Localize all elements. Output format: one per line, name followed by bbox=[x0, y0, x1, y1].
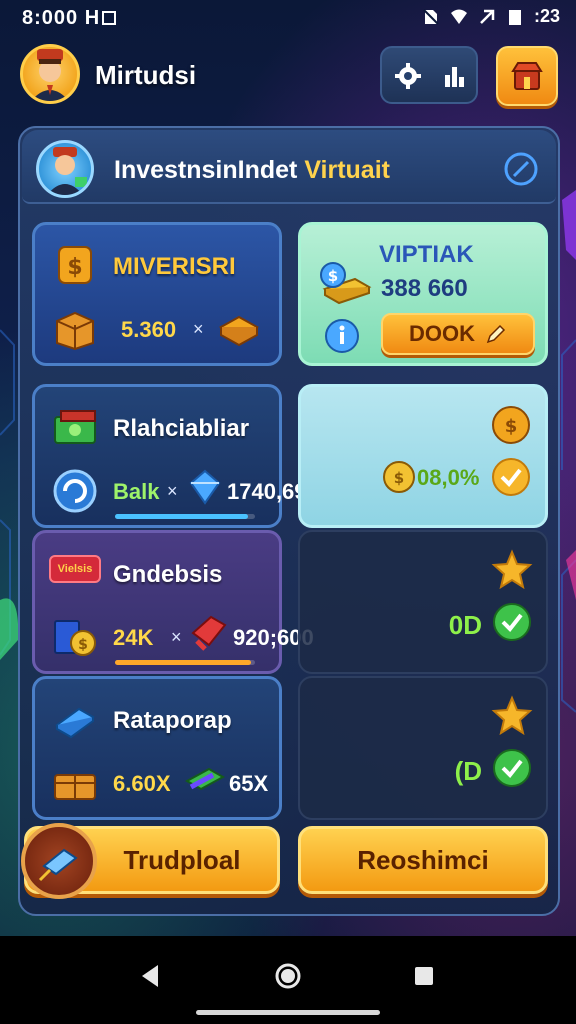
info-icon[interactable] bbox=[323, 317, 361, 355]
multiplier-sign: × bbox=[167, 481, 178, 501]
check-green-icon[interactable] bbox=[490, 746, 534, 790]
card-value: 5.360 bbox=[121, 317, 177, 342]
gear-icon bbox=[395, 63, 421, 89]
panel-title: InvestnsinIndet Virtuait bbox=[114, 156, 390, 184]
card-value-b: 65X bbox=[229, 771, 269, 796]
coin-stack-icon: $ bbox=[320, 262, 372, 305]
check-green-icon[interactable] bbox=[490, 600, 534, 644]
card-slot-3[interactable]: 0D bbox=[298, 530, 548, 674]
vip-value: 388 660 bbox=[381, 275, 468, 302]
status-time: 8:000 H bbox=[22, 7, 117, 30]
svg-text:$: $ bbox=[328, 267, 338, 285]
trade-button[interactable]: Trudploal bbox=[21, 823, 280, 899]
card-vip[interactable]: $ VIPTIAK 388 660 DOOK bbox=[298, 222, 548, 366]
header-button-group bbox=[380, 46, 478, 104]
settings-button[interactable] bbox=[388, 56, 428, 96]
recents-button[interactable] bbox=[404, 956, 444, 996]
investment-panel: InvestnsinIndet Virtuait $ MIVERISRI 5.3… bbox=[18, 126, 560, 916]
blue-book-icon bbox=[55, 707, 95, 739]
card-slot-4[interactable]: (D bbox=[298, 676, 548, 820]
progress-bar bbox=[115, 660, 255, 665]
player-portrait-icon bbox=[31, 49, 69, 101]
card-title: MIVERISRI bbox=[113, 253, 236, 280]
gold-coin-icon: $ bbox=[58, 246, 92, 284]
cash-bundle-icon bbox=[184, 767, 226, 791]
svg-text:$: $ bbox=[78, 637, 88, 653]
gear-coin-icon: $ bbox=[492, 406, 530, 444]
stats-icon bbox=[445, 67, 464, 87]
progress-fill bbox=[115, 660, 251, 665]
recents-square-icon bbox=[415, 967, 433, 985]
help-button[interactable] bbox=[500, 148, 542, 190]
ticket-tag: Vielsis bbox=[49, 555, 101, 583]
panel-header: InvestnsinIndet Virtuait bbox=[22, 130, 556, 204]
status-bar: 8:000 H :23 bbox=[0, 0, 576, 36]
research-button-label: Reoshimci bbox=[357, 844, 489, 875]
card-value-a: 6.60X bbox=[113, 771, 171, 796]
no-sim-icon bbox=[423, 8, 439, 25]
help-icon bbox=[504, 152, 538, 186]
home-button[interactable] bbox=[268, 956, 308, 996]
count-value: 0D bbox=[448, 610, 482, 640]
cash-stack-icon bbox=[54, 410, 96, 444]
trade-button-label: Trudploal bbox=[123, 844, 241, 875]
svg-text:$: $ bbox=[505, 416, 518, 437]
star-icon bbox=[491, 695, 533, 736]
multiplier-sign: × bbox=[171, 627, 182, 647]
crate-icon bbox=[56, 311, 94, 351]
pencil-icon bbox=[486, 324, 506, 344]
player-name: Mirtudsi bbox=[95, 60, 197, 90]
back-button[interactable] bbox=[130, 956, 170, 996]
rotate-icon bbox=[53, 469, 97, 513]
check-gold-icon[interactable] bbox=[489, 455, 533, 499]
card-percent[interactable]: $ $ 08,0% bbox=[298, 384, 548, 528]
progress-fill bbox=[115, 514, 248, 519]
count-value: (D bbox=[454, 756, 482, 786]
data-icon bbox=[480, 9, 495, 24]
player-avatar[interactable] bbox=[20, 44, 80, 104]
card-gndebsis[interactable]: Vielsis Gndebsis $ 24K × 920;600 bbox=[32, 530, 314, 674]
vip-ok-button[interactable]: DOOK bbox=[381, 313, 535, 355]
battery-icon bbox=[508, 9, 521, 25]
status-icons: :23 bbox=[422, 6, 560, 27]
svg-text:$: $ bbox=[67, 255, 82, 280]
book-coin-icon: $ bbox=[54, 620, 96, 656]
system-nav-bar bbox=[0, 936, 576, 1024]
star-icon bbox=[491, 549, 533, 590]
card-title: Rataporap bbox=[113, 707, 232, 734]
card-value-a: Balk bbox=[113, 479, 160, 504]
vip-ok-label: DOOK bbox=[409, 321, 475, 346]
diamond-icon bbox=[189, 469, 221, 505]
coin-icon: $ bbox=[383, 461, 415, 493]
card-rlahciabliar[interactable]: Rlahciabliar Balk × 1740,690 bbox=[32, 384, 319, 528]
shop-button[interactable] bbox=[496, 46, 558, 106]
shop-icon bbox=[511, 62, 543, 90]
progress-bar bbox=[115, 514, 255, 519]
gesture-handle bbox=[196, 1010, 380, 1015]
advisor-portrait-icon bbox=[47, 147, 87, 195]
card-title: Rlahciabliar bbox=[113, 415, 250, 442]
red-tag-icon bbox=[191, 615, 227, 651]
stats-button[interactable] bbox=[434, 56, 474, 96]
card-value-a: 24K bbox=[113, 625, 154, 650]
status-right-time: :23 bbox=[533, 6, 560, 26]
card-miverisri[interactable]: $ MIVERISRI 5.360 × bbox=[32, 222, 282, 366]
research-button[interactable]: Reoshimci bbox=[298, 826, 548, 894]
game-screen: 8:000 H :23 Mirtudsi InvestnsinIndet Vir… bbox=[0, 0, 576, 936]
top-header: Mirtudsi bbox=[18, 44, 560, 106]
svg-text:$: $ bbox=[394, 469, 404, 487]
wifi-icon bbox=[450, 9, 467, 24]
card-rataporap[interactable]: Rataporap 6.60X 65X bbox=[32, 676, 282, 820]
gold-bars-icon bbox=[218, 315, 260, 347]
treasure-crate-icon bbox=[54, 774, 96, 800]
card-title: Gndebsis bbox=[113, 561, 223, 588]
vip-title: VIPTIAK bbox=[379, 241, 474, 268]
blue-book-icon bbox=[38, 848, 78, 882]
home-circle-icon bbox=[275, 963, 301, 989]
advisor-avatar bbox=[36, 140, 94, 198]
back-triangle-icon bbox=[142, 965, 158, 987]
multiplier-sign: × bbox=[193, 319, 204, 339]
percent-value: 08,0% bbox=[417, 465, 480, 490]
trade-badge bbox=[21, 823, 97, 899]
